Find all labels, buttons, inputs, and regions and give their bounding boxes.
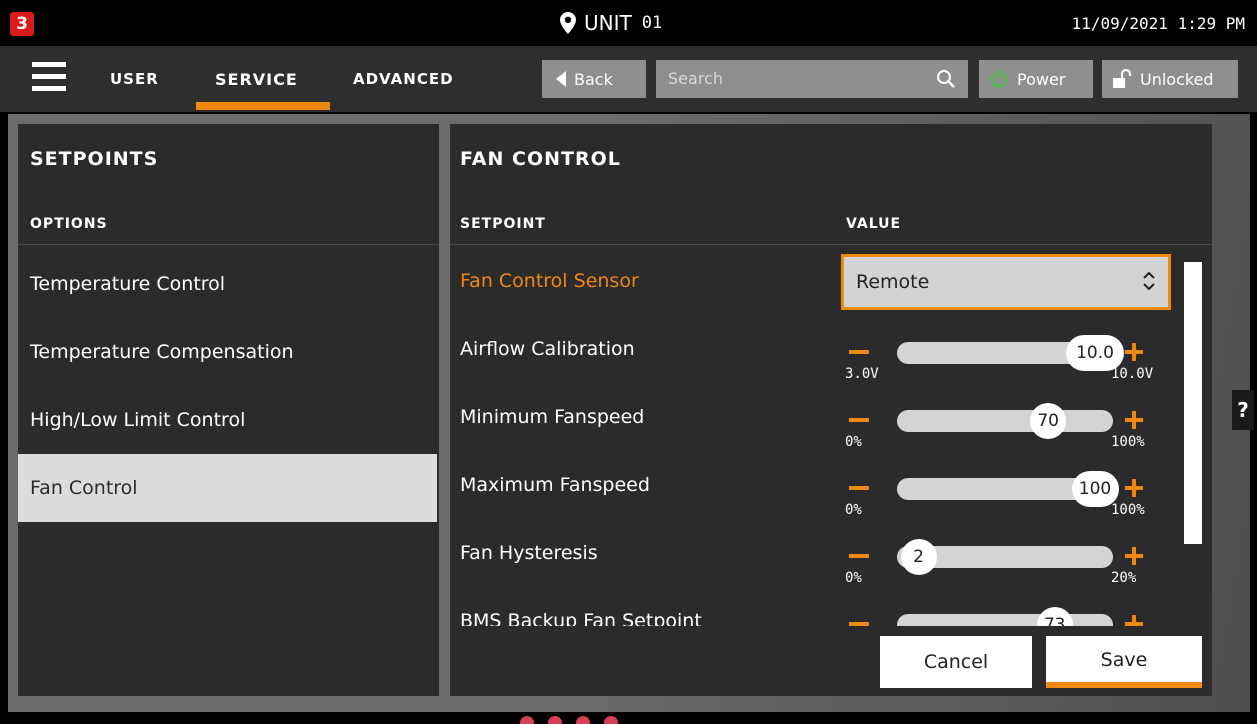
brand-logo: 3 [10, 12, 34, 36]
search-icon[interactable] [936, 69, 956, 89]
slider-knob[interactable]: 2 [900, 539, 937, 575]
page-dot[interactable] [520, 716, 534, 724]
options-header: OPTIONS [30, 216, 108, 232]
search-input[interactable]: Search [656, 60, 968, 98]
menu-item-temperature-control[interactable]: Temperature Control [18, 250, 437, 318]
slider-min-label: 0% [845, 502, 862, 518]
slider-min-label: 0% [845, 570, 862, 586]
fan-control-panel: FAN CONTROL SETPOINT VALUE Fan Control S… [450, 124, 1212, 696]
fan-control-sensor-label: Fan Control Sensor [460, 270, 639, 292]
divider [18, 244, 439, 245]
cancel-button[interactable]: Cancel [880, 636, 1032, 688]
slider-track[interactable]: 70 [897, 403, 1113, 439]
power-button-label: Power [1017, 69, 1066, 89]
page-dot[interactable] [548, 716, 562, 724]
slider-track[interactable]: 2 [897, 539, 1113, 575]
unit-number: 01 [641, 13, 663, 33]
bms-backup-fan-setpoint-slider: 73 [845, 607, 1175, 626]
panel-title: SETPOINTS [30, 148, 159, 170]
power-button[interactable]: Power [979, 60, 1093, 98]
slider-track[interactable]: 10.0 [897, 335, 1124, 371]
slider-min-label: 3.0V [845, 366, 879, 382]
slider-track[interactable]: 100 [897, 471, 1119, 507]
back-arrow-icon [556, 71, 566, 87]
slider-knob[interactable]: 73 [1036, 607, 1073, 626]
unit-indicator: UNIT 01 [560, 11, 662, 35]
maximum-fanspeed-slider: 100 0% 100% [845, 471, 1175, 532]
tab-service[interactable]: SERVICE [215, 70, 298, 89]
minimum-fanspeed-slider: 70 0% 100% [845, 403, 1175, 464]
slider-min-label: 0% [845, 434, 862, 450]
divider [450, 244, 1212, 245]
datetime: 11/09/2021 1:29 PM [1071, 14, 1245, 33]
bms-backup-fan-setpoint-label: BMS Backup Fan Setpoint [460, 610, 702, 626]
slider-max-label: 100% [1111, 434, 1145, 450]
tab-user[interactable]: USER [110, 70, 159, 88]
slider-max-label: 20% [1111, 570, 1137, 586]
search-placeholder: Search [668, 69, 723, 88]
slider-max-label: 10.0V [1111, 366, 1154, 382]
fan-hysteresis-slider: 2 0% 20% [845, 539, 1175, 600]
scrollbar[interactable] [1184, 262, 1202, 544]
decrement-icon[interactable] [849, 418, 869, 422]
fan-hysteresis-label: Fan Hysteresis [460, 542, 598, 564]
save-button[interactable]: Save [1046, 636, 1202, 688]
tab-advanced[interactable]: ADVANCED [353, 70, 454, 88]
back-button-label: Back [574, 69, 613, 89]
unlock-icon [1113, 69, 1132, 88]
unit-label: UNIT [584, 11, 632, 35]
panel-title: FAN CONTROL [460, 148, 621, 170]
minimum-fanspeed-label: Minimum Fanspeed [460, 406, 645, 428]
help-button[interactable]: ? [1232, 390, 1254, 430]
clipped-row: BMS Backup Fan Setpoint 73 [450, 604, 1190, 626]
page-dot[interactable] [576, 716, 590, 724]
page-dots [520, 716, 618, 724]
setpoint-header: SETPOINT [460, 216, 546, 232]
nav-bar: USER SERVICE ADVANCED Back Search Power … [0, 46, 1257, 112]
unlocked-button-label: Unlocked [1140, 69, 1214, 89]
active-tab-indicator [196, 102, 330, 110]
airflow-calibration-slider: 10.0 3.0V 10.0V [845, 335, 1175, 396]
menu-item-temperature-compensation[interactable]: Temperature Compensation [18, 318, 437, 386]
location-pin-icon [560, 12, 576, 34]
status-bar: 3 UNIT 01 11/09/2021 1:29 PM [0, 0, 1257, 46]
menu-item-fan-control[interactable]: Fan Control [18, 454, 437, 522]
unlocked-button[interactable]: Unlocked [1102, 60, 1238, 98]
menu-item-high-low-limit-control[interactable]: High/Low Limit Control [18, 386, 437, 454]
decrement-icon[interactable] [849, 350, 869, 354]
fan-control-sensor-select[interactable]: Remote [841, 254, 1171, 310]
decrement-icon[interactable] [849, 554, 869, 558]
airflow-calibration-label: Airflow Calibration [460, 338, 635, 360]
power-icon [990, 70, 1008, 88]
chevron-updown-icon [1143, 271, 1155, 291]
select-value: Remote [856, 271, 930, 293]
value-header: VALUE [846, 216, 902, 232]
setpoints-panel: SETPOINTS OPTIONS Temperature Control Te… [18, 124, 439, 696]
decrement-icon[interactable] [849, 622, 869, 626]
back-button[interactable]: Back [542, 60, 646, 98]
slider-max-label: 100% [1111, 502, 1145, 518]
slider-knob[interactable]: 70 [1030, 403, 1067, 439]
page-dot[interactable] [604, 716, 618, 724]
slider-track[interactable]: 73 [897, 607, 1113, 626]
maximum-fanspeed-label: Maximum Fanspeed [460, 474, 650, 496]
decrement-icon[interactable] [849, 486, 869, 490]
menu-icon[interactable] [32, 62, 66, 92]
